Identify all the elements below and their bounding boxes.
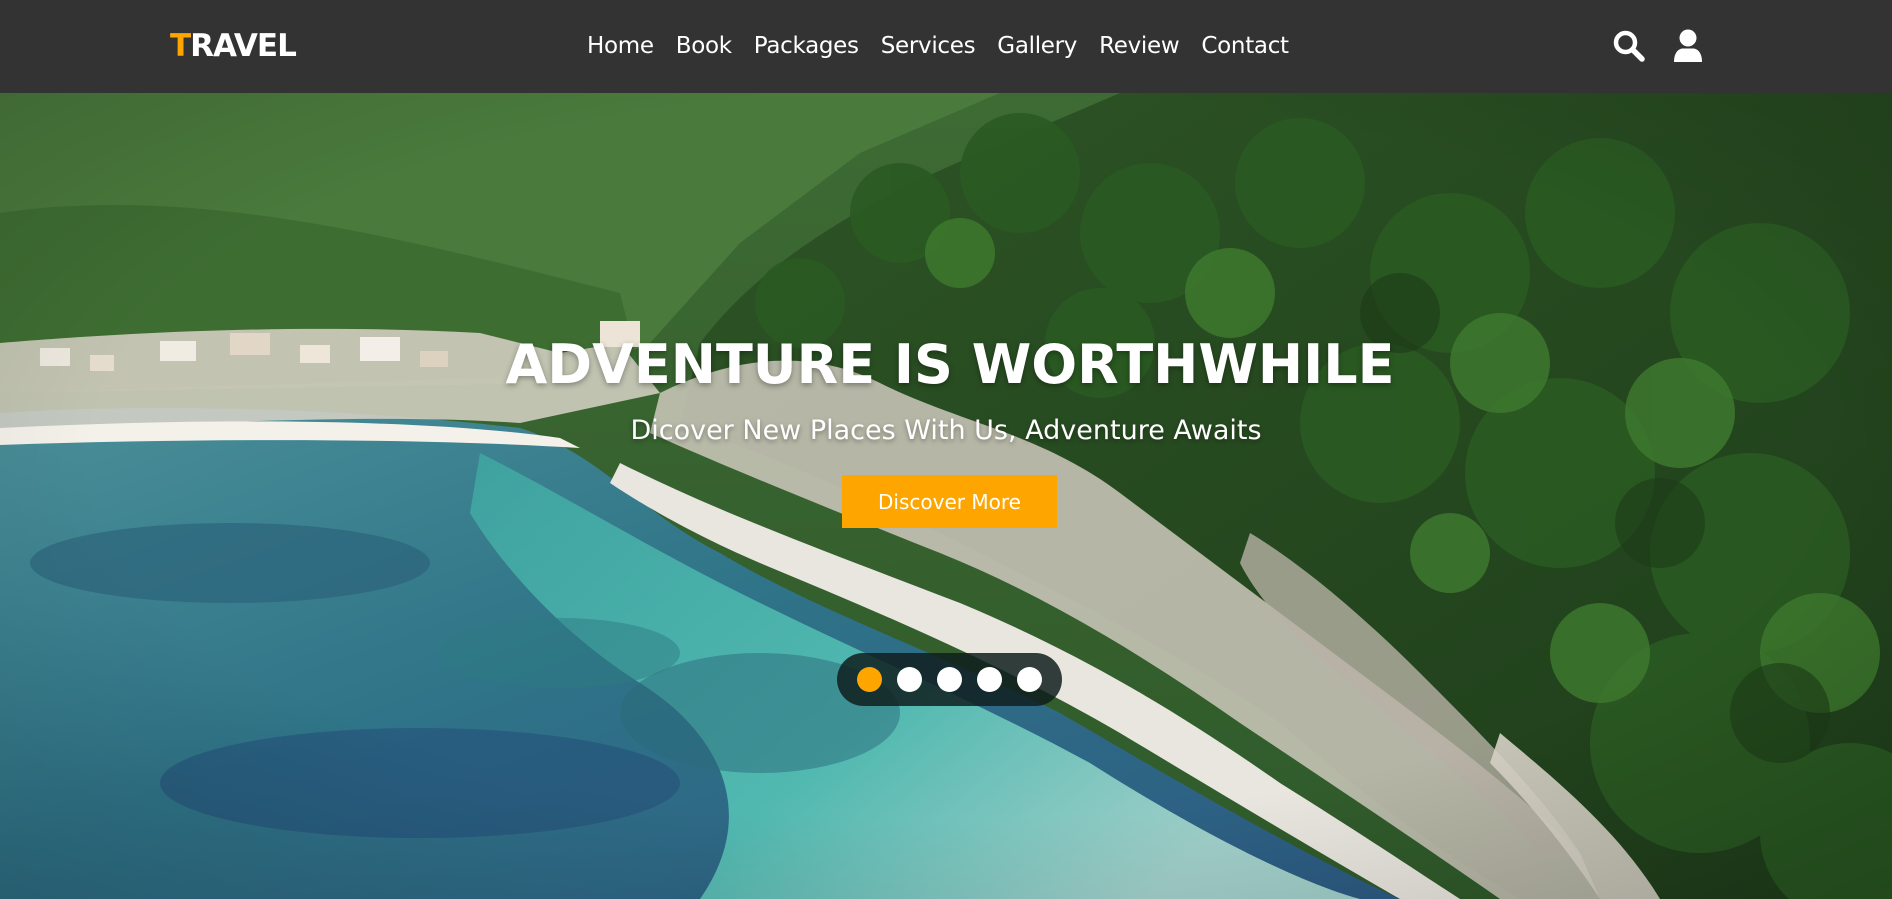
slider-dot-4[interactable] — [977, 667, 1002, 692]
nav-link-contact[interactable]: Contact — [1201, 28, 1289, 64]
main-nav: Home Book Packages Services Gallery Revi… — [587, 28, 1289, 64]
nav-link-review[interactable]: Review — [1099, 28, 1180, 64]
slider-dots — [837, 653, 1062, 706]
hero-section: ADVENTURE IS WORTHWHILE Dicover New Plac… — [0, 93, 1892, 899]
slider-dot-3[interactable] — [937, 667, 962, 692]
logo-accent-letter: T — [170, 28, 191, 64]
nav-link-home[interactable]: Home — [587, 28, 654, 64]
search-icon[interactable] — [1612, 28, 1645, 63]
slider-dot-1[interactable] — [857, 667, 882, 692]
nav-link-services[interactable]: Services — [881, 28, 976, 64]
slider-dot-2[interactable] — [897, 667, 922, 692]
nav-link-packages[interactable]: Packages — [754, 28, 859, 64]
hero-title: ADVENTURE IS WORTHWHILE — [505, 333, 1395, 396]
logo[interactable]: TRAVEL — [170, 26, 297, 66]
slider-dot-5[interactable] — [1017, 667, 1042, 692]
nav-link-book[interactable]: Book — [676, 28, 732, 64]
logo-text: RAVEL — [190, 28, 297, 64]
nav-link-gallery[interactable]: Gallery — [997, 28, 1077, 64]
nav-icons — [1612, 28, 1704, 63]
discover-more-button[interactable]: Discover More — [842, 475, 1057, 528]
user-icon[interactable] — [1671, 28, 1704, 63]
hero-subtitle: Dicover New Places With Us, Adventure Aw… — [630, 415, 1262, 446]
navbar: TRAVEL Home Book Packages Services Galle… — [0, 0, 1892, 93]
